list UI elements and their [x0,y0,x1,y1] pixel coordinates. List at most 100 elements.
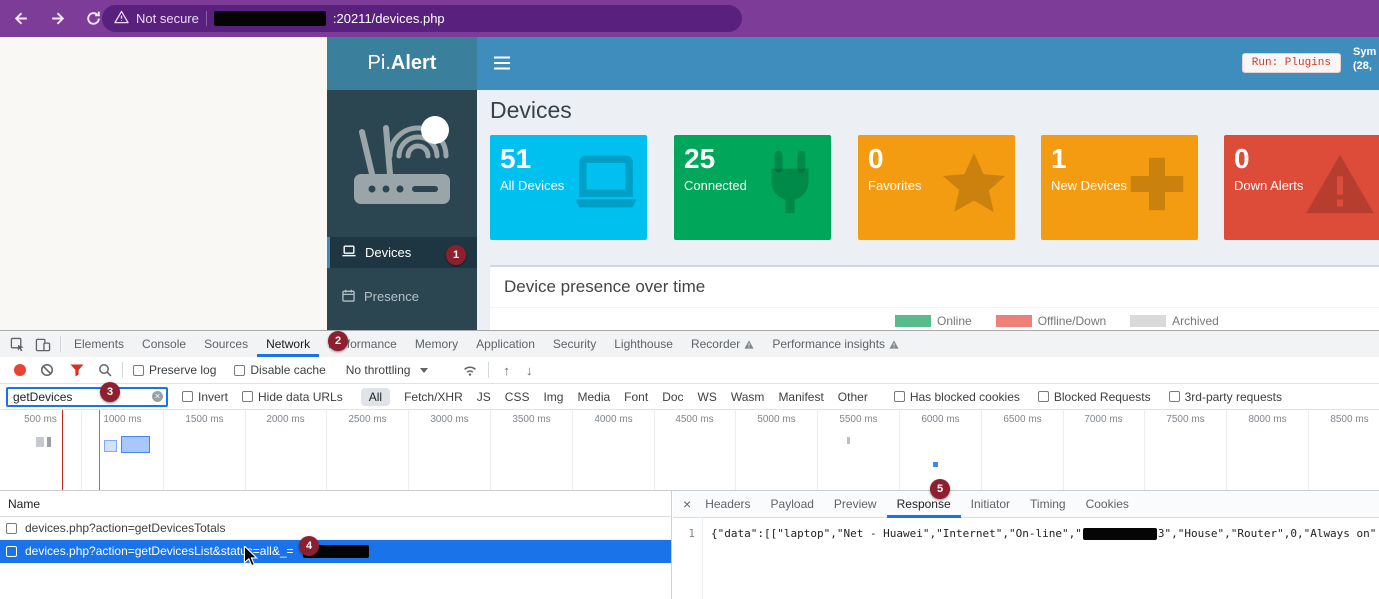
inspect-icon[interactable] [4,331,30,357]
type-filter-all[interactable]: All [361,388,390,406]
type-filter-fetch-xhr[interactable]: Fetch/XHR [404,390,463,404]
timeline-segment: 5500 ms [818,410,900,490]
clear-icon[interactable] [40,363,54,377]
tab-security[interactable]: Security [544,331,605,357]
tab-elements[interactable]: Elements [65,331,133,357]
legend-item-offline[interactable]: Offline/Down [996,314,1106,328]
record-icon[interactable] [14,364,26,376]
presence-panel-header: Device presence over time [490,267,1379,308]
tab-cookies[interactable]: Cookies [1076,491,1139,518]
sidebar-item-label: Devices [365,245,411,260]
has-blocked-cookies-checkbox[interactable]: Has blocked cookies [894,390,1020,404]
network-conditions-icon[interactable] [462,364,478,376]
checkbox-box[interactable] [242,391,253,402]
tab-timing[interactable]: Timing [1020,491,1076,518]
row-checkbox[interactable] [6,546,17,557]
tab-preview[interactable]: Preview [824,491,887,518]
tab-lighthouse[interactable]: Lighthouse [605,331,682,357]
tab-payload[interactable]: Payload [761,491,824,518]
tab-console[interactable]: Console [133,331,195,357]
third-party-checkbox[interactable]: 3rd-party requests [1169,390,1282,404]
pialert-navbar: Run: Plugins Sym (28, [477,37,1379,90]
import-har-icon[interactable]: ↑ [503,363,510,378]
checkbox-box[interactable] [133,365,144,376]
sidebar-item-presence[interactable]: Presence [327,281,477,312]
checkbox-box[interactable] [234,365,245,376]
tab-initiator[interactable]: Initiator [961,491,1020,518]
tabbar-divider [60,336,61,352]
tab-network[interactable]: Network [257,331,319,357]
not-secure-label: Not secure [136,11,199,26]
tab-headers[interactable]: Headers [695,491,760,518]
pialert-logo[interactable]: Pi.Alert [327,37,477,90]
empty-page-area [0,37,327,330]
table-row[interactable]: devices.php?action=getDevicesTotals [0,517,671,540]
legend-swatch-online [895,315,931,327]
checkbox-label: Disable cache [250,363,325,377]
tab-memory[interactable]: Memory [406,331,467,357]
filter-input[interactable] [13,390,143,404]
cursor-icon [243,546,258,572]
checkbox-box[interactable] [1038,391,1049,402]
timeline-segment: 4500 ms [654,410,736,490]
checkbox-box[interactable] [182,391,193,402]
type-filter-doc[interactable]: Doc [662,390,683,404]
filter-clear-icon[interactable]: × [152,391,163,402]
hide-data-urls-checkbox[interactable]: Hide data URLs [242,390,343,404]
legend-item-archived[interactable]: Archived [1130,314,1219,328]
blocked-requests-checkbox[interactable]: Blocked Requests [1038,390,1151,404]
type-filter-manifest[interactable]: Manifest [778,390,823,404]
filter-icon[interactable] [70,364,84,377]
laptop-icon [569,147,643,221]
hamburger-icon[interactable] [493,56,511,75]
export-har-icon[interactable]: ↓ [526,363,533,378]
card-new-devices[interactable]: 1 New Devices [1041,135,1198,240]
response-viewer[interactable]: 1 {"data":[["laptop","Net - Huawei","Int… [673,518,1379,599]
request-name: devices.php?action=getDevicesTotals [25,521,225,535]
card-connected[interactable]: 25 Connected [674,135,831,240]
network-overview-timeline[interactable]: 500 ms 1000 ms 1500 ms 2000 ms 2500 ms 3… [0,410,1379,491]
type-filter-img[interactable]: Img [543,390,563,404]
back-icon[interactable] [6,4,36,34]
preserve-log-checkbox[interactable]: Preserve log [133,363,216,377]
tab-performance-insights[interactable]: Performance insights [763,331,908,357]
search-icon[interactable] [98,363,112,377]
tab-sources[interactable]: Sources [195,331,257,357]
tab-response[interactable]: Response [887,491,961,518]
table-row-selected[interactable]: devices.php?action=getDevicesList&status… [0,540,671,563]
navbar-user-area[interactable]: Sym (28, [1353,45,1379,73]
request-table: Name devices.php?action=getDevicesTotals… [0,491,672,599]
type-filter-media[interactable]: Media [577,390,610,404]
checkbox-box[interactable] [1169,391,1180,402]
invert-checkbox[interactable]: Invert [182,390,228,404]
tab-application[interactable]: Application [467,331,544,357]
device-toolbar-icon[interactable] [30,331,56,357]
run-plugins-button[interactable]: Run: Plugins [1242,53,1341,73]
address-bar[interactable]: Not secure :20211/devices.php [102,5,742,32]
filter-input-box[interactable]: × [6,387,168,407]
tab-recorder[interactable]: Recorder [682,331,763,357]
not-secure-warning-icon [114,10,129,27]
type-filter-other[interactable]: Other [838,390,868,404]
type-filter-js[interactable]: JS [477,390,491,404]
timeline-activity-bar [121,436,150,453]
disable-cache-checkbox[interactable]: Disable cache [234,363,325,377]
card-favorites[interactable]: 0 Favorites [858,135,1015,240]
type-filter-font[interactable]: Font [624,390,648,404]
card-all-devices[interactable]: 51 All Devices [490,135,647,240]
row-checkbox[interactable] [6,523,17,534]
card-down-alerts[interactable]: 0 Down Alerts [1224,135,1379,240]
browser-toolbar: Not secure :20211/devices.php [0,0,1379,37]
legend-item-online[interactable]: Online [895,314,972,328]
request-table-name-header[interactable]: Name [0,491,671,517]
checkbox-box[interactable] [894,391,905,402]
timeline-segment: 6000 ms [900,410,982,490]
throttling-value: No throttling [346,363,411,377]
type-filter-css[interactable]: CSS [505,390,530,404]
type-filter-ws[interactable]: WS [698,390,717,404]
close-icon[interactable]: × [683,496,691,512]
timeline-segment: 500 ms [0,410,82,490]
type-filter-wasm[interactable]: Wasm [731,390,765,404]
throttling-dropdown[interactable]: No throttling [346,363,429,377]
forward-icon[interactable] [42,4,72,34]
